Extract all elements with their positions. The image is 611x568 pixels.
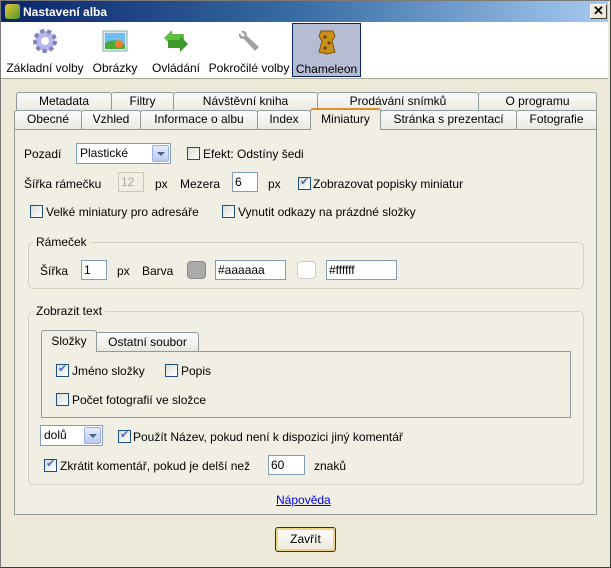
display-text-title: Zobrazit text [33,304,106,318]
toolbar-label: Chameleon [295,62,358,76]
close-button[interactable]: Zavřít [275,527,336,552]
frame-width-input[interactable]: 12 [118,172,144,192]
toolbar-basic-options[interactable]: Základní volby [4,23,86,77]
px-unit: px [117,264,130,278]
image-icon [102,30,128,52]
chevron-down-icon[interactable] [84,427,101,444]
tab-appearance[interactable]: Vzhled [81,110,141,129]
tab-photos[interactable]: Fotografie [516,110,597,129]
folder-name-checkbox[interactable] [56,362,69,377]
tab-guestbook[interactable]: Návštěvní kniha [173,92,318,111]
chevron-down-icon[interactable] [152,145,169,162]
gap-label: Mezera [180,177,221,191]
frame-width-label: Šířka [40,264,69,278]
photo-count-checkbox[interactable] [56,393,69,406]
border-width-input[interactable]: 1 [81,260,107,280]
toolbar-controls[interactable]: Ovládání [147,23,205,77]
grayscale-label: Efekt: Odstíny šedi [203,147,304,161]
toolbar-chameleon[interactable]: Chameleon [292,23,361,77]
tab-slideshow-page[interactable]: Stránka s prezentací [380,110,517,129]
color-1-input[interactable]: #aaaaaa [215,260,286,280]
px-unit: px [268,177,281,191]
toolbar-label: Obrázky [92,61,138,75]
use-title-label: Použít Název, pokud není k dispozici jin… [133,430,403,444]
toolbar-images[interactable]: Obrázky [87,23,143,77]
description-checkbox[interactable] [165,364,178,377]
toolbar-advanced-options[interactable]: Pokročilé volby [206,23,292,77]
background-label: Pozadí [24,147,62,161]
background-value: Plastické [80,146,129,160]
chars-label: znaků [314,459,347,473]
use-title-checkbox[interactable] [118,428,131,443]
gear-icon [33,29,57,53]
tab-about[interactable]: O programu [478,92,597,111]
tab-index[interactable]: Index [257,110,311,129]
folders-panel [41,351,571,418]
position-select[interactable]: dolů [40,425,103,446]
shorten-comment-checkbox[interactable] [44,457,57,472]
tab-metadata[interactable]: Metadata [16,92,112,111]
position-value: dolů [44,428,67,442]
tab-album-info[interactable]: Informace o albu [140,110,258,129]
color-swatch-2[interactable] [297,261,316,279]
arrows-icon [164,30,188,52]
help-link[interactable]: Nápověda [276,493,331,507]
grayscale-checkbox[interactable] [187,147,200,160]
force-links-label: Vynutit odkazy na prázdné složky [238,205,416,219]
title-bar[interactable]: Nastavení alba ✕ [1,1,608,22]
wrench-icon [238,30,259,51]
frame-width-label: Šířka rámečku [24,177,102,191]
large-thumbs-checkbox[interactable] [30,205,43,218]
folder-name-label: Jméno složky [72,364,145,378]
gap-input[interactable]: 6 [232,172,258,192]
background-select[interactable]: Plastické [76,143,171,164]
tab-general[interactable]: Obecné [14,110,82,129]
toolbar: Základní volby Obrázky Ovládání Pokročil… [1,22,608,79]
app-icon [5,4,20,19]
px-unit: px [155,177,168,191]
photo-count-label: Počet fotografií ve složce [72,393,207,407]
toolbar-label: Ovládání [151,61,201,75]
tab-thumbnails[interactable]: Miniatury [310,108,381,130]
close-window-button[interactable]: ✕ [590,4,607,19]
toolbar-label: Základní volby [6,61,84,75]
window-title: Nastavení alba [23,5,108,19]
tab-filters[interactable]: Filtry [111,92,174,111]
show-captions-checkbox[interactable] [298,175,311,190]
tab-other-files[interactable]: Ostatní soubor [96,332,199,351]
shorten-comment-label: Zkrátit komentář, pokud je delší než [60,459,251,473]
large-thumbs-label: Velké miniatury pro adresáře [46,205,199,219]
frame-group-title: Rámeček [33,235,90,249]
toolbar-label: Pokročilé volby [208,61,290,75]
color-swatch-1[interactable] [187,261,206,279]
color-label: Barva [142,264,174,278]
shorten-length-input[interactable]: 60 [268,455,305,475]
show-captions-label: Zobrazovat popisky miniatur [313,177,464,191]
tab-folders[interactable]: Složky [41,330,97,352]
chameleon-skin-icon [317,30,336,55]
color-2-input[interactable]: #ffffff [326,260,397,280]
force-links-checkbox[interactable] [222,205,235,218]
description-label: Popis [181,364,212,378]
